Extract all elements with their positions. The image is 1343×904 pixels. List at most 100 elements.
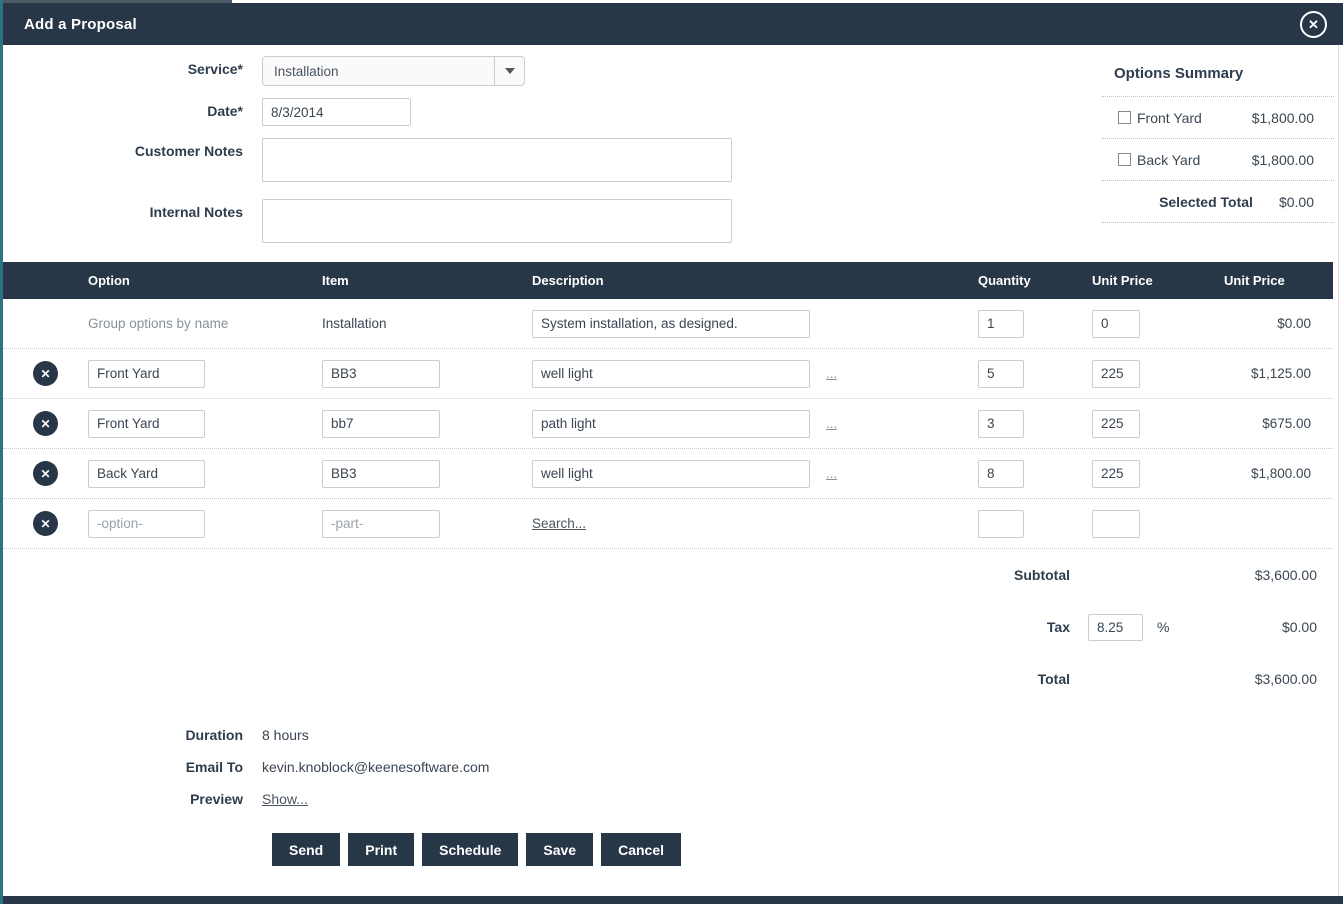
service-dropdown-value: Installation [263, 64, 494, 79]
total-label: Total [3, 671, 1070, 687]
description-input[interactable] [532, 460, 810, 488]
option-input[interactable] [88, 410, 205, 438]
unit-price-input[interactable] [1092, 310, 1140, 338]
more-description-link[interactable]: ... [826, 416, 837, 431]
delete-row-icon[interactable]: ✕ [33, 511, 58, 536]
column-header-total: Unit Price [1224, 273, 1333, 288]
option-input[interactable] [88, 510, 205, 538]
page-bottom-bar [0, 896, 1343, 904]
option-input[interactable] [88, 360, 205, 388]
quantity-input[interactable] [978, 460, 1024, 488]
service-label: Service* [3, 56, 243, 86]
add-proposal-modal: Add a Proposal ✕ Service* Installation D… [0, 0, 1343, 904]
internal-notes-textarea[interactable] [262, 199, 732, 243]
modal-body: Service* Installation Date* Custom [3, 45, 1339, 896]
row-total: $0.00 [1224, 316, 1333, 331]
unit-price-input[interactable] [1092, 460, 1140, 488]
option-group-label: Front Yard [1137, 110, 1252, 126]
print-button[interactable]: Print [348, 833, 414, 866]
send-button[interactable]: Send [272, 833, 340, 866]
options-summary-title: Options Summary [1102, 65, 1334, 97]
selected-total-label: Selected Total [1118, 194, 1279, 210]
unit-price-input[interactable] [1092, 360, 1140, 388]
customer-notes-label: Customer Notes [3, 138, 243, 187]
preview-show-link[interactable]: Show... [262, 791, 308, 807]
item-input[interactable] [322, 410, 440, 438]
unit-price-input[interactable] [1092, 510, 1140, 538]
options-summary-panel: Options Summary Front Yard $1,800.00 Bac… [1102, 65, 1334, 223]
options-summary-row: Front Yard $1,800.00 [1102, 97, 1334, 139]
footer-fields: Duration 8 hours Email To kevin.knoblock… [3, 719, 1339, 815]
column-header-description: Description [532, 273, 978, 288]
group-option-placeholder[interactable]: Group options by name [88, 316, 228, 331]
save-button[interactable]: Save [526, 833, 593, 866]
quantity-input[interactable] [978, 410, 1024, 438]
close-icon[interactable]: ✕ [1300, 11, 1327, 38]
quantity-input[interactable] [978, 360, 1024, 388]
table-row: ✕ ... $1,125.00 [3, 349, 1333, 399]
customer-notes-textarea[interactable] [262, 138, 732, 182]
delete-row-icon[interactable]: ✕ [33, 411, 58, 436]
line-items-table: Option Item Description Quantity Unit Pr… [3, 262, 1339, 549]
item-input[interactable] [322, 460, 440, 488]
description-input[interactable] [532, 310, 810, 338]
option-input[interactable] [88, 460, 205, 488]
date-input[interactable] [262, 98, 411, 126]
selected-total-row: Selected Total $0.00 [1102, 181, 1334, 223]
schedule-button[interactable]: Schedule [422, 833, 518, 866]
table-row: ✕ ... $1,800.00 [3, 449, 1333, 499]
unit-price-input[interactable] [1092, 410, 1140, 438]
preview-label: Preview [3, 791, 243, 807]
total-row: Total $3,600.00 [3, 653, 1339, 705]
back-yard-checkbox[interactable] [1118, 153, 1131, 166]
options-summary-row: Back Yard $1,800.00 [1102, 139, 1334, 181]
percent-sign: % [1157, 619, 1169, 635]
duration-row: Duration 8 hours [3, 719, 1339, 751]
service-dropdown[interactable]: Installation [262, 56, 525, 86]
more-description-link[interactable]: ... [826, 466, 837, 481]
column-header-item: Item [322, 273, 532, 288]
description-input[interactable] [532, 360, 810, 388]
option-group-amount: $1,800.00 [1252, 110, 1314, 126]
action-button-bar: Send Print Schedule Save Cancel [272, 833, 1339, 866]
email-to-row: Email To kevin.knoblock@keenesoftware.co… [3, 751, 1339, 783]
item-input[interactable] [322, 510, 440, 538]
delete-row-icon[interactable]: ✕ [33, 361, 58, 386]
total-amount: $3,600.00 [1180, 671, 1339, 687]
quantity-input[interactable] [978, 510, 1024, 538]
cancel-button[interactable]: Cancel [601, 833, 681, 866]
option-group-label: Back Yard [1137, 152, 1252, 168]
option-group-amount: $1,800.00 [1252, 152, 1314, 168]
description-input[interactable] [532, 410, 810, 438]
duration-value: 8 hours [262, 727, 309, 743]
search-part-link[interactable]: Search... [532, 516, 586, 531]
group-item-text: Installation [322, 316, 387, 331]
column-header-option: Option [88, 273, 322, 288]
column-header-unit-price: Unit Price [1092, 273, 1224, 288]
dropdown-arrow-button[interactable] [494, 57, 524, 85]
background-top-strip [0, 0, 1343, 3]
internal-notes-label: Internal Notes [3, 199, 243, 248]
table-row: ✕ ... $675.00 [3, 399, 1333, 449]
modal-title: Add a Proposal [24, 16, 137, 33]
quantity-input[interactable] [978, 310, 1024, 338]
chevron-down-icon [505, 68, 515, 74]
tax-amount: $0.00 [1180, 619, 1339, 635]
row-total: $675.00 [1224, 416, 1333, 431]
page-left-edge [0, 0, 3, 904]
modal-right-border [1338, 45, 1339, 896]
tax-label: Tax [3, 619, 1070, 635]
subtotal-label: Subtotal [3, 567, 1070, 583]
date-label: Date* [3, 98, 243, 126]
preview-row: Preview Show... [3, 783, 1339, 815]
tax-rate-input[interactable] [1088, 614, 1143, 641]
table-row-new: ✕ Search... [3, 499, 1333, 549]
delete-row-icon[interactable]: ✕ [33, 461, 58, 486]
item-input[interactable] [322, 360, 440, 388]
more-description-link[interactable]: ... [826, 366, 837, 381]
totals-section: Subtotal $3,600.00 Tax % $0.00 Total $3,… [3, 549, 1339, 705]
subtotal-amount: $3,600.00 [1180, 567, 1339, 583]
tax-row: Tax % $0.00 [3, 601, 1339, 653]
subtotal-row: Subtotal $3,600.00 [3, 549, 1339, 601]
front-yard-checkbox[interactable] [1118, 111, 1131, 124]
